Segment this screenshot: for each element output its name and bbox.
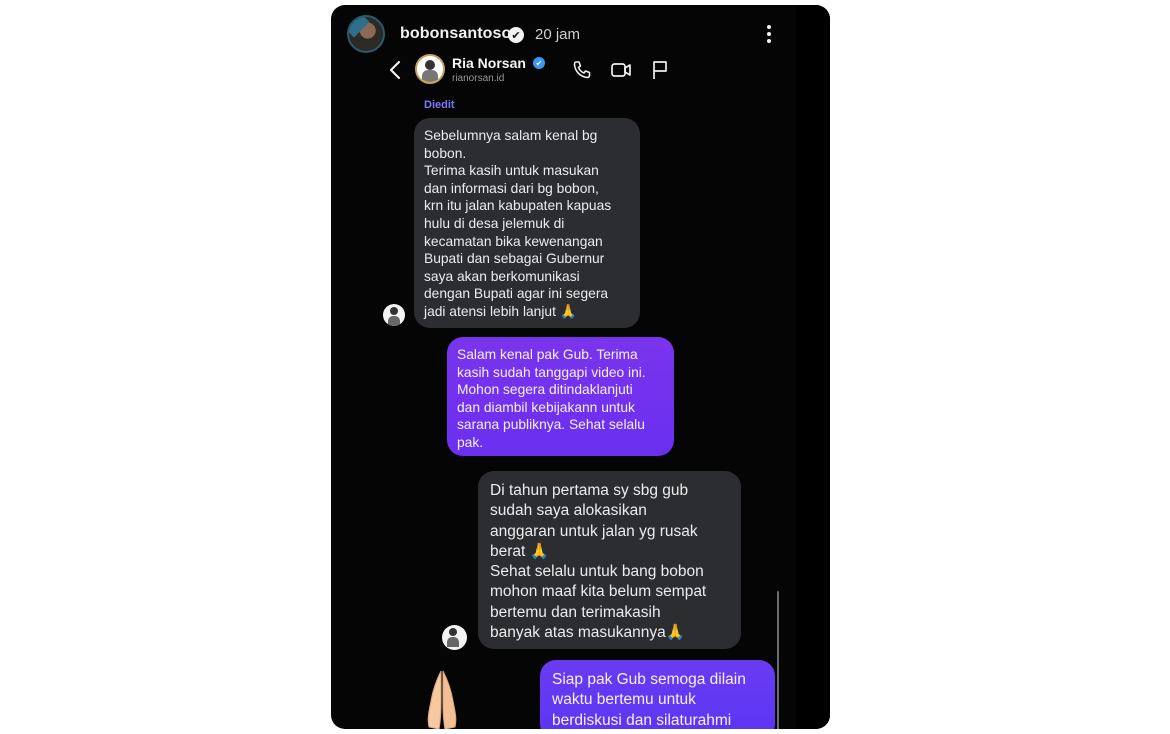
chevron-left-icon[interactable] xyxy=(387,59,403,81)
contact-mini-avatar xyxy=(442,625,467,650)
contact-verified-icon: ✔ xyxy=(533,57,545,69)
verified-badge-icon: ✔ xyxy=(508,27,524,43)
flag-icon[interactable] xyxy=(649,59,671,81)
scrollbar[interactable] xyxy=(777,591,779,729)
praying-hands-icon[interactable] xyxy=(417,667,467,729)
contact-avatar[interactable] xyxy=(415,54,445,84)
contact-mini-avatar xyxy=(383,304,405,326)
story-timestamp: 20 jam xyxy=(535,26,581,43)
edited-label: Diedit xyxy=(424,99,455,111)
message-received[interactable]: Sebelumnya salam kenal bg bobon. Terima … xyxy=(414,118,640,328)
story-username[interactable]: bobonsantoso xyxy=(400,25,511,43)
contact-name[interactable]: Ria Norsan xyxy=(452,55,526,71)
message-sent[interactable]: Salam kenal pak Gub. Terima kasih sudah … xyxy=(447,337,674,456)
story-edge xyxy=(796,5,830,729)
phone-icon[interactable] xyxy=(571,59,593,81)
contact-handle: rianorsan.id xyxy=(452,73,505,84)
story-viewer: bobonsantoso ✔ 20 jam Ria Norsan ✔ riano… xyxy=(331,5,830,729)
message-sent[interactable]: Siap pak Gub semoga dilain waktu bertemu… xyxy=(540,660,775,729)
more-vertical-icon[interactable] xyxy=(763,23,775,47)
message-received[interactable]: Di tahun pertama sy sbg gub sudah saya a… xyxy=(478,471,741,649)
video-camera-icon[interactable] xyxy=(610,59,632,81)
story-user-avatar[interactable] xyxy=(347,15,385,53)
